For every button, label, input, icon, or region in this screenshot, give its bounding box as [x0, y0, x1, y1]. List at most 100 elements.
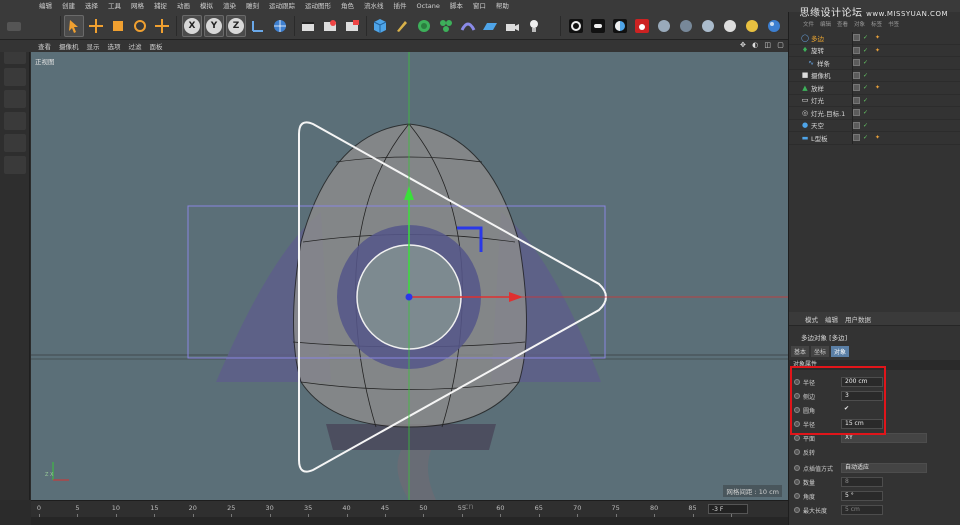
move-tool-icon[interactable]: [86, 15, 106, 37]
param-animate-icon[interactable]: [794, 465, 800, 471]
visibility-check-icon[interactable]: ✓: [863, 134, 868, 141]
visibility-check-icon[interactable]: ✓: [863, 97, 868, 104]
render-view-icon[interactable]: [298, 15, 318, 37]
menu-item[interactable]: 渲染: [218, 0, 241, 12]
polygons-mode-button[interactable]: [4, 156, 26, 174]
param-animate-icon[interactable]: [794, 435, 800, 441]
object-row[interactable]: ▬ L型板 ✓ ✦: [789, 131, 960, 145]
menu-item[interactable]: 插件: [389, 0, 412, 12]
viewport-menu-item[interactable]: 显示: [83, 41, 104, 51]
param-row[interactable]: 平面 XY: [789, 432, 960, 445]
layer-flag-icon[interactable]: [853, 71, 860, 79]
viewport[interactable]: 正视图 Z X 网格间距 : 10 cm: [31, 52, 788, 500]
menu-item[interactable]: 动画: [172, 0, 195, 12]
param-row[interactable]: 半径 200 cm: [789, 376, 960, 389]
world-coords-icon[interactable]: [270, 15, 290, 37]
x-axis-button[interactable]: X: [182, 15, 202, 37]
param-animate-icon[interactable]: [794, 393, 800, 399]
layer-flag-icon[interactable]: [853, 96, 860, 104]
visibility-check-icon[interactable]: ✓: [863, 122, 868, 129]
menu-item[interactable]: 选择: [80, 0, 103, 12]
menu-item[interactable]: 雕刻: [241, 0, 264, 12]
menu-item[interactable]: 模拟: [195, 0, 218, 12]
layer-flag-icon[interactable]: [853, 59, 860, 67]
menu-item[interactable]: 网格: [126, 0, 149, 12]
scale-tool-icon[interactable]: [108, 15, 128, 37]
param-row[interactable]: 半径 15 cm: [789, 418, 960, 431]
menu-item[interactable]: 创建: [57, 0, 80, 12]
attribute-menu-item[interactable]: 用户数据: [845, 314, 871, 324]
object-menu-item[interactable]: 查看: [837, 20, 848, 30]
undo-icon[interactable]: [4, 15, 24, 37]
object-row[interactable]: ▭ 灯光 ✓: [789, 94, 960, 107]
workplane-mode-button[interactable]: [4, 90, 26, 108]
object-row[interactable]: ■ 摄像机 ✓: [789, 69, 960, 82]
visibility-check-icon[interactable]: ✓: [863, 47, 868, 54]
cube-icon[interactable]: [370, 15, 390, 37]
octane-settings-icon[interactable]: [588, 15, 608, 37]
object-row[interactable]: ◯ 多边 ✓ ✦: [789, 31, 960, 45]
menu-item[interactable]: 脚本: [445, 0, 468, 12]
param-row[interactable]: 最大长度 5 cm: [789, 504, 960, 517]
visibility-check-icon[interactable]: ✓: [863, 34, 868, 41]
z-axis-button[interactable]: Z: [226, 15, 246, 37]
param-row[interactable]: 角度 5 °: [789, 490, 960, 503]
attribute-menu-item[interactable]: 模式: [805, 314, 818, 324]
live-select-icon[interactable]: [152, 15, 172, 37]
param-row[interactable]: 点插值方式 自动适应: [789, 462, 960, 475]
viewport-menu-item[interactable]: 面板: [146, 41, 167, 51]
layer-flag-icon[interactable]: [853, 34, 860, 42]
attribute-subtab[interactable]: 坐标: [811, 346, 830, 357]
layer-flag-icon[interactable]: [853, 109, 860, 117]
menu-item[interactable]: 运动跟踪: [264, 0, 300, 12]
object-menu-item[interactable]: 书签: [888, 20, 899, 30]
param-row[interactable]: 圆角 ✔: [789, 404, 960, 417]
coordinate-system-icon[interactable]: [248, 15, 268, 37]
render-picture-viewer-icon[interactable]: [320, 15, 340, 37]
menu-item[interactable]: 工具: [103, 0, 126, 12]
current-frame-field[interactable]: -3 F: [708, 504, 748, 514]
octane-live-viewer-icon[interactable]: [566, 15, 586, 37]
y-axis-button[interactable]: Y: [204, 15, 224, 37]
floor-icon[interactable]: [480, 15, 500, 37]
deformer-icon[interactable]: [458, 15, 478, 37]
octane-camera-icon[interactable]: [632, 15, 652, 37]
param-animate-icon[interactable]: [794, 507, 800, 513]
octane-sphere-3-icon[interactable]: [698, 15, 718, 37]
param-animate-icon[interactable]: [794, 407, 800, 413]
octane-sphere-icon[interactable]: [654, 15, 674, 37]
viewport-menu-item[interactable]: 查看: [34, 41, 55, 51]
param-animate-icon[interactable]: [794, 449, 800, 455]
param-animate-icon[interactable]: [794, 379, 800, 385]
param-row[interactable]: 侧边 3: [789, 390, 960, 403]
pen-icon[interactable]: [392, 15, 412, 37]
texture-mode-button[interactable]: [4, 68, 26, 86]
octane-sphere-2-icon[interactable]: [676, 15, 696, 37]
object-row[interactable]: ▲ 放样 ✓ ✦: [789, 81, 960, 95]
menu-item[interactable]: 帮助: [491, 0, 514, 12]
object-menu-item[interactable]: 文件: [803, 20, 814, 30]
param-animate-icon[interactable]: [794, 479, 800, 485]
tag-icon[interactable]: ✦: [875, 134, 880, 141]
octane-daylight-icon[interactable]: [742, 15, 762, 37]
light-tool-icon[interactable]: [524, 15, 544, 37]
param-row[interactable]: 数量 8: [789, 476, 960, 489]
param-animate-icon[interactable]: [794, 493, 800, 499]
param-value[interactable]: XY: [841, 433, 927, 443]
object-row[interactable]: ◎ 灯光.目标.1 ✓: [789, 106, 960, 120]
object-row[interactable]: ● 天空 ✓: [789, 119, 960, 132]
octane-material-icon[interactable]: [610, 15, 630, 37]
octane-sky-icon[interactable]: [764, 15, 784, 37]
visibility-check-icon[interactable]: ✓: [863, 109, 868, 116]
param-value[interactable]: 自动适应: [841, 463, 927, 473]
menu-item[interactable]: 角色: [336, 0, 359, 12]
menu-item[interactable]: 编辑: [34, 0, 57, 12]
tag-icon[interactable]: ✦: [875, 84, 880, 91]
timeline-scrubber[interactable]: [31, 517, 788, 525]
object-menu-item[interactable]: 编辑: [820, 20, 831, 30]
render-settings-icon[interactable]: [342, 15, 362, 37]
layer-flag-icon[interactable]: [853, 46, 860, 54]
cloner-icon[interactable]: [436, 15, 456, 37]
viewport-menu-item[interactable]: 选项: [104, 41, 125, 51]
menu-item[interactable]: 运动图形: [300, 0, 336, 12]
